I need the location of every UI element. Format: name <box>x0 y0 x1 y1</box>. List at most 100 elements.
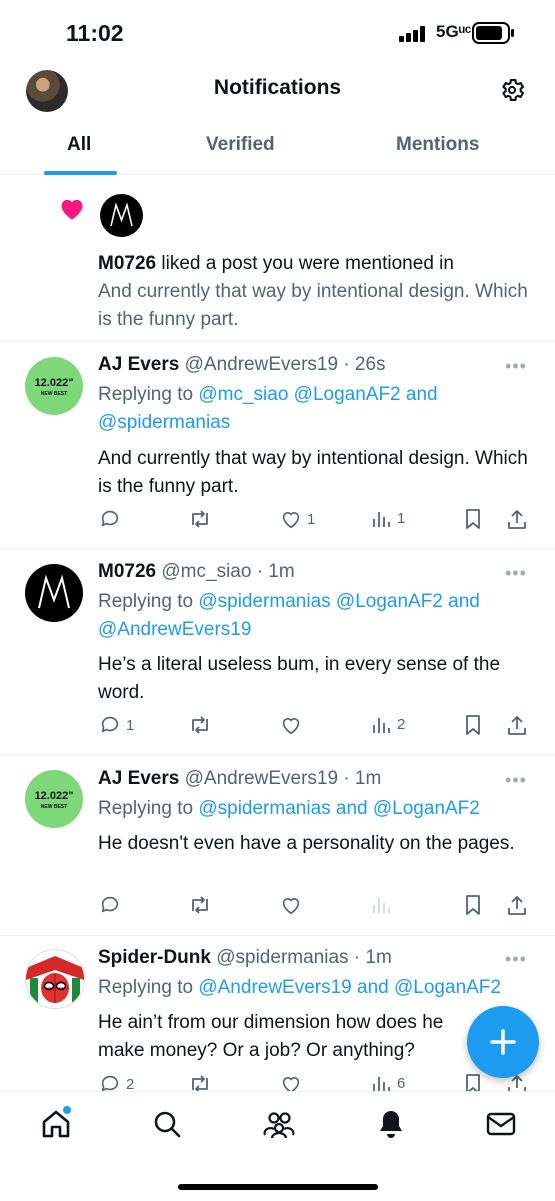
views-count: 6 <box>397 1074 406 1092</box>
battery-icon <box>472 22 514 44</box>
heart-icon <box>61 199 83 220</box>
views-button[interactable]: 6 <box>372 1073 405 1093</box>
tweet[interactable]: 12.022" NEW BEST AJ Evers @AndrewEvers19… <box>0 342 555 549</box>
like-icon <box>282 512 300 529</box>
share-button[interactable] <box>507 894 527 916</box>
tab-verified[interactable]: Verified <box>206 134 275 156</box>
reply-context: Replying to @spidermanias and @LoganAF2 <box>98 795 538 823</box>
reply-prefix: Replying to <box>98 977 199 998</box>
author-handle[interactable]: @spidermanias · 1m <box>216 947 392 968</box>
tweet-meta: AJ Evers @AndrewEvers19 · 26s <box>98 354 386 376</box>
bookmark-button[interactable] <box>463 508 483 530</box>
reply-icon <box>101 510 119 527</box>
avatar[interactable] <box>25 564 83 622</box>
reply-prefix: Replying to <box>98 384 199 405</box>
more-icon[interactable]: ••• <box>505 356 527 377</box>
notification-tabs: All Verified Mentions <box>0 122 555 175</box>
author-name[interactable]: Spider-Dunk <box>98 947 211 968</box>
mail-icon[interactable] <box>485 1108 517 1140</box>
reply-mentions[interactable]: @spidermanias and @LoganAF2 <box>198 798 480 819</box>
tweet-actions <box>0 894 555 918</box>
author-handle[interactable]: @mc_siao · 1m <box>161 561 294 582</box>
share-button[interactable] <box>507 508 527 530</box>
views-button[interactable]: 2 <box>372 714 405 734</box>
avatar-subtext: NEW BEST <box>40 804 68 810</box>
share-icon <box>508 716 526 735</box>
more-icon[interactable]: ••• <box>505 770 527 791</box>
avatar[interactable] <box>25 949 85 1009</box>
compose-button[interactable] <box>467 1006 539 1078</box>
avatar-text: 12.022" <box>34 790 74 802</box>
author-name[interactable]: AJ Evers <box>98 768 179 789</box>
tweet-meta: AJ Evers @AndrewEvers19 · 1m <box>98 768 381 790</box>
author-name[interactable]: M0726 <box>98 561 156 582</box>
reply-button[interactable] <box>99 894 126 916</box>
author-name[interactable]: AJ Evers <box>98 354 179 375</box>
bookmark-button[interactable] <box>463 894 483 916</box>
status-bar: 11:02 5Gᵘᶜ <box>0 0 555 62</box>
like-notification[interactable]: M0726 liked a post you were mentioned in… <box>0 175 555 342</box>
bookmark-icon <box>466 895 480 915</box>
m-logo-icon <box>110 202 133 227</box>
like-button[interactable]: 1 <box>280 508 315 530</box>
tab-all[interactable]: All <box>67 134 91 156</box>
spiderman-icon <box>26 950 84 1008</box>
retweet-button[interactable] <box>188 894 217 916</box>
bookmark-button[interactable] <box>463 714 483 736</box>
more-icon[interactable]: ••• <box>505 563 527 584</box>
retweet-button[interactable] <box>188 714 217 736</box>
notification-quote: And currently that way by intentional de… <box>98 281 528 330</box>
communities-icon[interactable] <box>262 1108 296 1140</box>
reply-button[interactable]: 1 <box>99 714 134 736</box>
tweet[interactable]: M0726 @mc_siao · 1m ••• Replying to @spi… <box>0 549 555 755</box>
reply-button[interactable] <box>99 508 126 530</box>
avatar[interactable]: 12.022" NEW BEST <box>25 770 83 828</box>
views-count: 1 <box>397 509 406 527</box>
retweet-button[interactable] <box>188 508 217 530</box>
tweet-text: He ain’t from our dimension how does he … <box>98 1012 444 1061</box>
tweet-actions: 1 2 <box>0 714 555 738</box>
tweet-meta: Spider-Dunk @spidermanias · 1m <box>98 947 392 969</box>
reply-mentions[interactable]: @AndrewEvers19 and @LoganAF2 <box>198 977 501 998</box>
tab-mentions[interactable]: Mentions <box>396 134 479 156</box>
avatar-text: 12.022" <box>34 377 74 389</box>
gear-icon[interactable] <box>498 76 526 104</box>
bookmark-icon <box>466 509 480 529</box>
home-notification-dot <box>61 1104 73 1116</box>
like-icon <box>282 898 300 915</box>
search-icon[interactable] <box>151 1108 183 1140</box>
avatar[interactable]: 12.022" NEW BEST <box>25 357 83 415</box>
actor-avatar[interactable] <box>100 194 143 237</box>
share-button[interactable] <box>507 714 527 736</box>
reply-context: Replying to @mc_siao @LoganAF2 and @spid… <box>98 381 538 437</box>
like-button[interactable] <box>280 894 307 916</box>
tweet-text: And currently that way by intentional de… <box>98 448 528 497</box>
reply-prefix: Replying to <box>98 591 199 612</box>
signal-icon <box>399 26 425 42</box>
author-handle[interactable]: @AndrewEvers19 · 26s <box>185 354 386 375</box>
actor-name[interactable]: M0726 <box>98 253 156 274</box>
tweet[interactable]: 12.022" NEW BEST AJ Evers @AndrewEvers19… <box>0 755 555 936</box>
views-button[interactable] <box>372 894 397 914</box>
notification-action: liked a post you were mentioned in <box>156 253 454 274</box>
share-icon <box>508 510 526 529</box>
like-button[interactable] <box>280 714 307 736</box>
reply-count: 2 <box>126 1075 135 1093</box>
app-header: Notifications <box>0 62 555 118</box>
views-icon <box>373 1077 390 1092</box>
retweet-icon <box>192 716 208 734</box>
tweet-text: He’s a literal useless bum, in every sen… <box>98 654 501 703</box>
like-count: 1 <box>307 510 316 528</box>
tweet-text: He doesn't even have a personality on th… <box>98 833 515 854</box>
bell-icon[interactable] <box>375 1108 407 1140</box>
status-time: 11:02 <box>66 20 124 46</box>
retweet-icon <box>192 896 208 914</box>
tweet-meta: M0726 @mc_siao · 1m <box>98 561 295 583</box>
more-icon[interactable]: ••• <box>505 949 527 970</box>
views-count: 2 <box>397 715 406 733</box>
author-handle[interactable]: @AndrewEvers19 · 1m <box>185 768 382 789</box>
m-logo-icon <box>38 574 70 609</box>
network-label: 5Gᵘᶜ <box>436 22 472 41</box>
views-button[interactable]: 1 <box>372 508 405 528</box>
views-icon <box>373 718 390 733</box>
